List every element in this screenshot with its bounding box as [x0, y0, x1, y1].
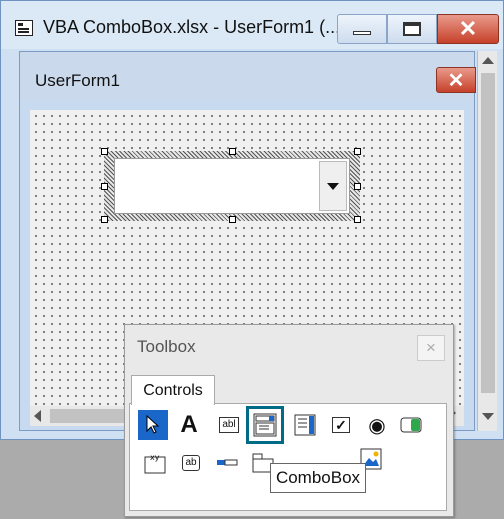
- toolbox-close-button[interactable]: ×: [417, 335, 445, 361]
- label-tool-icon: A: [180, 411, 198, 438]
- minimize-button[interactable]: [337, 14, 387, 44]
- checkbox-tool[interactable]: ✓: [326, 410, 356, 440]
- select-objects-tool[interactable]: [138, 410, 168, 440]
- option-button-icon: ◉: [368, 414, 386, 437]
- controls-panel: A abl ✓ ◉ xy ab: [129, 403, 447, 511]
- tabstrip-tool[interactable]: [212, 448, 242, 478]
- scroll-left-icon[interactable]: [34, 410, 41, 422]
- toggle-button-icon: [400, 417, 422, 433]
- close-button[interactable]: ✕: [437, 14, 499, 44]
- userform-titlebar[interactable]: UserForm1: [20, 52, 474, 102]
- combobox-tooltip: ComboBox: [270, 463, 366, 493]
- textbox-icon: abl: [219, 417, 239, 433]
- tab-controls[interactable]: Controls: [131, 375, 215, 405]
- combobox-icon: [253, 413, 277, 437]
- maximize-icon: [403, 22, 421, 36]
- resize-handle-e[interactable]: [354, 183, 361, 190]
- scrollbar-thumb[interactable]: [481, 73, 495, 393]
- resize-handle-se[interactable]: [354, 216, 361, 223]
- checkbox-icon: ✓: [332, 417, 350, 433]
- frame-tool[interactable]: xy: [140, 448, 170, 478]
- resize-handle-ne[interactable]: [354, 148, 361, 155]
- togglebutton-tool[interactable]: [396, 410, 426, 440]
- svg-text:xy: xy: [150, 453, 160, 462]
- vertical-scrollbar[interactable]: [477, 51, 497, 431]
- close-icon: ✕: [447, 69, 465, 92]
- listbox-icon: [294, 414, 316, 436]
- commandbutton-tool[interactable]: ab: [176, 448, 206, 478]
- command-button-icon: ab: [182, 455, 200, 471]
- toolbox-title: Toolbox: [137, 337, 196, 356]
- frame-icon: xy: [144, 453, 166, 474]
- label-tool[interactable]: A: [174, 410, 204, 440]
- resize-handle-s[interactable]: [229, 216, 236, 223]
- window-titlebar[interactable]: VBA ComboBox.xlsx - UserForm1 (... ✕: [1, 1, 503, 49]
- userform-app-icon[interactable]: [15, 20, 33, 36]
- combobox-tool[interactable]: [246, 406, 284, 444]
- scroll-up-icon[interactable]: [482, 57, 494, 64]
- combobox-control[interactable]: [114, 158, 350, 214]
- chevron-down-icon: [327, 182, 339, 190]
- resize-handle-sw[interactable]: [101, 216, 108, 223]
- optionbutton-tool[interactable]: ◉: [362, 410, 392, 440]
- userform-close-button[interactable]: ✕: [436, 67, 476, 93]
- scroll-down-icon[interactable]: [482, 413, 494, 420]
- close-icon: ×: [426, 338, 436, 357]
- maximize-button[interactable]: [387, 14, 437, 44]
- resize-handle-nw[interactable]: [101, 148, 108, 155]
- tabstrip-icon: [217, 459, 238, 466]
- resize-handle-w[interactable]: [101, 183, 108, 190]
- pointer-arrow-icon: [146, 415, 160, 434]
- resize-handle-n[interactable]: [229, 148, 236, 155]
- window-title: VBA ComboBox.xlsx - UserForm1 (...: [43, 17, 341, 37]
- close-icon: ✕: [458, 16, 478, 41]
- textbox-tool[interactable]: abl: [214, 410, 244, 440]
- combobox-dropdown-button[interactable]: [319, 161, 347, 211]
- userform-title: UserForm1: [35, 71, 121, 90]
- listbox-tool[interactable]: [290, 410, 320, 440]
- minimize-icon: [353, 31, 371, 35]
